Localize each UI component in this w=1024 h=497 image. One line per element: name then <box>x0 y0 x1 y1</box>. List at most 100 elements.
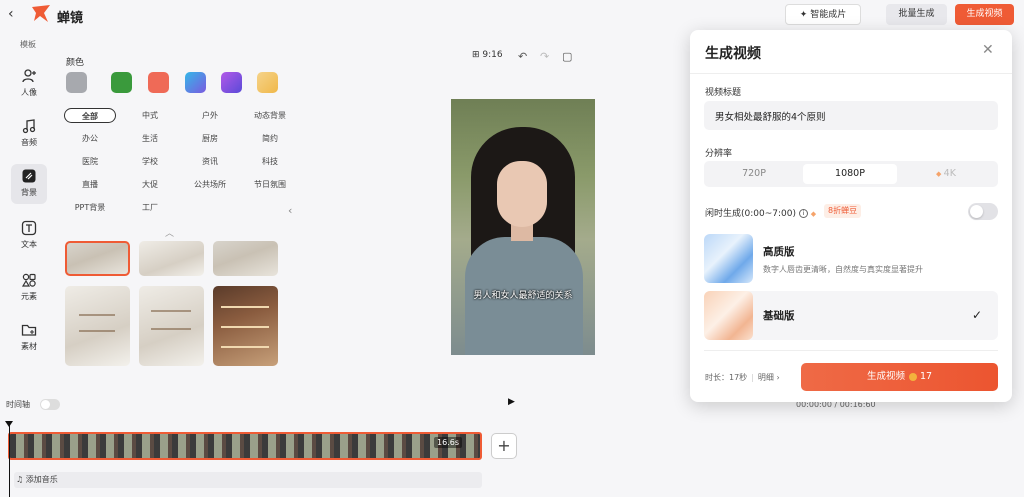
category-school[interactable]: 学校 <box>124 154 176 169</box>
category-dynamic[interactable]: 动态背景 <box>244 108 296 123</box>
person-icon <box>22 69 36 83</box>
category-tech[interactable]: 科技 <box>244 154 296 169</box>
color-swatch-purple-gradient[interactable] <box>221 72 242 93</box>
add-clip-button[interactable]: + <box>491 433 517 459</box>
quality-name: 基础版 <box>763 310 795 322</box>
quality-name: 高质版 <box>763 246 795 258</box>
quality-option-high[interactable]: 高质版 数字人唇齿更清晰，自然度与真实度显著提升 <box>704 234 998 283</box>
nav-item-portrait[interactable]: 人像 <box>11 68 47 98</box>
close-icon[interactable]: ✕ <box>982 42 994 58</box>
color-section-title: 颜色 <box>66 58 85 68</box>
diamond-icon: ◆ <box>936 170 944 178</box>
background-thumbnail[interactable] <box>213 286 278 366</box>
panel-collapse-left-icon[interactable]: ‹ <box>288 204 292 217</box>
nav-item-elements[interactable]: 元素 <box>11 272 47 302</box>
quality-option-basic[interactable]: 基础版 ✓ <box>704 291 998 340</box>
play-icon[interactable]: ▶ <box>508 397 515 407</box>
redo-icon[interactable]: ↷ <box>540 50 549 63</box>
category-simple[interactable]: 简约 <box>244 131 296 146</box>
category-chinese[interactable]: 中式 <box>124 108 176 123</box>
category-live[interactable]: 直播 <box>64 177 116 192</box>
color-swatch-blue-gradient[interactable] <box>185 72 206 93</box>
aspect-ratio-button[interactable]: ⊞ 9:16 <box>472 50 503 60</box>
idle-generate-switch[interactable] <box>968 203 998 220</box>
background-thumbnail[interactable] <box>65 241 130 276</box>
category-ppt[interactable]: PPT背景 <box>64 200 116 215</box>
category-news[interactable]: 资讯 <box>184 154 236 169</box>
smart-edit-button[interactable]: ✦ 智能成片 <box>785 4 861 25</box>
playhead[interactable] <box>5 421 13 497</box>
basic-quality-thumbnail <box>704 291 753 340</box>
generate-video-top-button[interactable]: 生成视频 <box>955 4 1014 25</box>
nav-item-background[interactable]: 背景 <box>11 164 47 204</box>
resolution-1080p[interactable]: 1080P <box>803 164 897 184</box>
video-title-input[interactable] <box>704 101 998 130</box>
color-swatch-gray[interactable] <box>66 72 87 93</box>
category-hospital[interactable]: 医院 <box>64 154 116 169</box>
divider <box>704 350 998 351</box>
category-life[interactable]: 生活 <box>124 131 176 146</box>
background-thumbnail[interactable] <box>139 241 204 276</box>
top-bar: ‹ 蝉镜 ✦ 智能成片 批量生成 生成视频 <box>0 0 1024 30</box>
category-public[interactable]: 公共场所 <box>184 177 236 192</box>
text-icon <box>21 220 37 236</box>
undo-icon[interactable]: ↶ <box>518 50 527 63</box>
clip-duration: 16.6s <box>434 437 462 448</box>
layout-icon: ⊞ <box>472 50 483 60</box>
generate-video-button[interactable]: 生成视频 17 <box>801 363 998 391</box>
category-kitchen[interactable]: 厨房 <box>184 131 236 146</box>
category-promo[interactable]: 大促 <box>124 177 176 192</box>
category-outdoor[interactable]: 户外 <box>184 108 236 123</box>
music-icon <box>22 119 36 134</box>
category-all[interactable]: 全部 <box>64 108 116 123</box>
info-icon[interactable]: i <box>798 209 808 218</box>
brand-logo-icon <box>32 5 50 22</box>
discount-badge: 8折蝉豆 <box>824 204 862 218</box>
avatar-face <box>497 161 547 227</box>
nav-item-materials[interactable]: 素材 <box>11 322 47 352</box>
background-thumbnail[interactable] <box>213 241 278 276</box>
video-preview[interactable]: 男人和女人最舒适的关系 <box>451 99 595 355</box>
color-swatch-red[interactable] <box>148 72 169 93</box>
nav-item-audio[interactable]: 音频 <box>11 118 47 148</box>
background-thumbnail[interactable] <box>65 286 130 366</box>
batch-generate-button[interactable]: 批量生成 <box>886 4 947 25</box>
resolution-selector: 720P 1080P ◆ 4K <box>704 161 998 187</box>
video-track-clip[interactable]: 16.6s <box>8 432 482 460</box>
nav-item-template-label[interactable]: 模板 <box>20 39 36 50</box>
magic-icon: ✦ <box>799 10 811 20</box>
check-icon: ✓ <box>972 308 983 322</box>
add-music-row[interactable]: ♫ 添加音乐 <box>14 472 482 488</box>
quality-desc: 数字人唇齿更清晰，自然度与真实度显著提升 <box>763 265 923 274</box>
resolution-label: 分辨率 <box>705 149 733 159</box>
detail-link[interactable]: 明细 <box>758 373 774 382</box>
timeline-label: 时间轴 <box>6 400 30 409</box>
category-festival[interactable]: 节日氛围 <box>244 177 296 192</box>
idle-generate-row: 闲时生成(0:00~7:00) i ◆ <box>705 209 817 219</box>
timeline-toggle[interactable] <box>40 399 60 410</box>
color-swatch-yellow-gradient[interactable] <box>257 72 278 93</box>
resolution-720p[interactable]: 720P <box>707 164 801 184</box>
dialog-title: 生成视频 <box>705 46 761 62</box>
left-nav: 模板 人像 音频 背景 文本 元素 素材 <box>0 30 58 390</box>
high-quality-thumbnail <box>704 234 753 283</box>
color-swatch-green[interactable] <box>111 72 132 93</box>
fullscreen-icon[interactable]: ▢ <box>562 50 572 63</box>
folder-icon <box>21 324 37 336</box>
background-icon <box>22 169 36 183</box>
video-title-label: 视频标题 <box>705 88 742 98</box>
collapse-up-icon[interactable]: ︿ <box>165 226 174 239</box>
generate-video-dialog: 生成视频 ✕ 视频标题 分辨率 720P 1080P ◆ 4K 闲时生成(0:0… <box>690 30 1012 402</box>
category-factory[interactable]: 工厂 <box>124 200 176 215</box>
background-thumbnail[interactable] <box>139 286 204 366</box>
duration-info: 时长：17秒 | 明细 › <box>705 373 780 382</box>
diamond-icon: ◆ <box>810 210 817 218</box>
nav-item-text[interactable]: 文本 <box>11 220 47 250</box>
category-office[interactable]: 办公 <box>64 131 116 146</box>
back-icon[interactable]: ‹ <box>8 6 14 22</box>
divider <box>690 73 1012 74</box>
background-panel: 颜色 全部 中式 户外 动态背景 办公 生活 厨房 简约 医院 学校 资讯 科技… <box>58 30 298 390</box>
chevron-right-icon: › <box>776 373 780 382</box>
preview-subtitle: 男人和女人最舒适的关系 <box>473 291 573 301</box>
resolution-4k[interactable]: ◆ 4K <box>899 164 993 184</box>
